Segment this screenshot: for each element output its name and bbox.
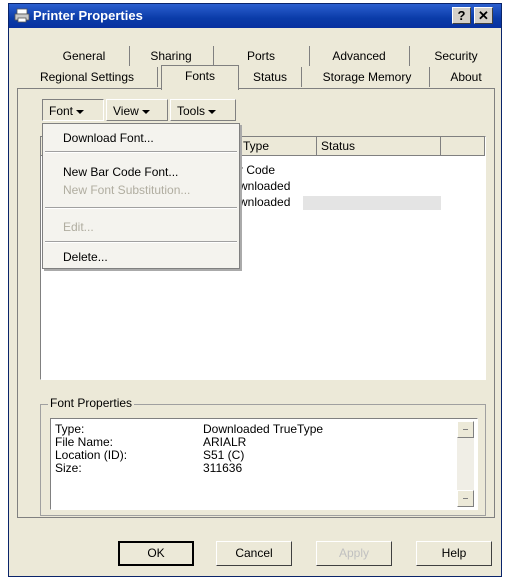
column-header-extra[interactable] — [441, 137, 485, 155]
location-value: S51 (C) — [203, 448, 245, 462]
menu-item-new-font-substitution[interactable]: New Font Substitution... — [43, 180, 239, 200]
row-selection-highlight — [303, 196, 441, 210]
menu-item-edit[interactable]: Edit... — [43, 217, 239, 237]
window-title: Printer Properties — [33, 8, 143, 23]
font-properties-title: Font Properties — [48, 396, 135, 410]
menu-item-download-font[interactable]: Download Font... — [43, 128, 239, 148]
menu-item-new-bar-code-font[interactable]: New Bar Code Font... — [43, 162, 239, 182]
tab-general[interactable]: General — [39, 46, 130, 66]
menu-separator — [45, 151, 237, 153]
list-item[interactable]: wnloaded — [239, 195, 290, 210]
help-button[interactable]: Help — [416, 541, 492, 566]
menu-item-delete[interactable]: Delete... — [43, 247, 239, 267]
font-menu[interactable]: Font — [42, 99, 104, 121]
cancel-button[interactable]: Cancel — [216, 541, 292, 566]
printer-icon — [14, 8, 30, 23]
size-label: Size: — [55, 461, 82, 475]
tab-regional-settings[interactable]: Regional Settings — [17, 67, 158, 87]
chevron-down-icon — [208, 109, 217, 114]
font-menu-label: Font — [49, 104, 74, 118]
tab-sharing[interactable]: Sharing — [129, 46, 214, 66]
size-value: 311636 — [203, 461, 243, 475]
chevron-down-icon — [141, 109, 150, 114]
tab-fonts[interactable]: Fonts — [161, 65, 239, 90]
apply-button[interactable]: Apply — [316, 541, 392, 566]
scroll-up-button[interactable] — [457, 421, 474, 438]
column-header-type[interactable]: Type — [239, 137, 317, 155]
close-button[interactable]: ✕ — [474, 7, 493, 24]
tab-storage-memory[interactable]: Storage Memory — [305, 67, 430, 87]
menu-separator — [45, 241, 237, 243]
view-menu-label: View — [113, 104, 139, 118]
filename-value: ARIALR — [203, 435, 247, 449]
title-bar[interactable]: Printer Properties ? ✕ — [9, 4, 501, 28]
filename-label: File Name: — [55, 435, 114, 449]
font-dropdown-menu: Download Font... New Bar Code Font... Ne… — [42, 123, 240, 269]
chevron-down-icon — [76, 109, 85, 114]
column-header-status[interactable]: Status — [317, 137, 441, 155]
tools-menu[interactable]: Tools — [170, 99, 236, 121]
menu-separator — [45, 207, 237, 209]
list-item[interactable]: wnloaded — [239, 179, 290, 194]
scroll-down-button[interactable] — [457, 490, 474, 507]
tab-ports[interactable]: Ports — [213, 46, 310, 66]
type-value: Downloaded TrueType — [203, 422, 324, 436]
tab-security[interactable]: Security — [413, 46, 499, 66]
tab-about[interactable]: About — [433, 67, 499, 87]
properties-scrollbar[interactable] — [457, 421, 474, 507]
tools-menu-label: Tools — [177, 104, 206, 118]
tab-advanced[interactable]: Advanced — [309, 46, 410, 66]
list-item[interactable]: r Code — [239, 163, 275, 178]
location-label: Location (ID): — [55, 448, 128, 462]
ok-button[interactable]: OK — [118, 541, 194, 566]
font-properties-box: Type: Downloaded TrueType File Name: ARI… — [50, 418, 478, 510]
tab-status[interactable]: Status — [239, 67, 302, 87]
type-label: Type: — [55, 422, 85, 436]
help-title-button[interactable]: ? — [452, 7, 471, 24]
view-menu[interactable]: View — [106, 99, 168, 121]
